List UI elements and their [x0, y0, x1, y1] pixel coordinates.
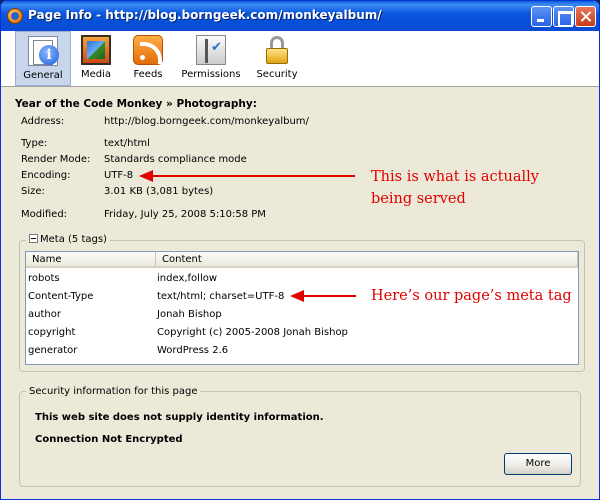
- column-header-name[interactable]: Name: [26, 252, 156, 268]
- tab-media-label: Media: [80, 69, 112, 80]
- size-value: 3.01 KB (3,081 bytes): [104, 186, 214, 197]
- meta-table[interactable]: Name Content robots index,follow Content…: [25, 251, 579, 365]
- meta-content-cell[interactable]: index,follow: [157, 270, 217, 287]
- meta-content-cell[interactable]: Copyright (c) 2005-2008 Jonah Bishop: [157, 324, 348, 341]
- rss-feed-icon: [133, 35, 163, 65]
- address-label: Address:: [21, 116, 65, 127]
- annotation-served-line1: This is what is actually: [371, 169, 539, 185]
- meta-content-cell[interactable]: text/html; charset=UTF-8: [157, 288, 284, 305]
- meta-group-header[interactable]: Meta (5 tags): [26, 234, 110, 245]
- tab-feeds-label: Feeds: [133, 69, 163, 80]
- tab-general[interactable]: i General: [15, 31, 71, 86]
- tab-permissions[interactable]: Permissions: [179, 31, 243, 86]
- meta-tag-arrow-icon: [290, 290, 356, 302]
- meta-content-cell[interactable]: WordPress 2.6: [157, 342, 228, 359]
- type-value: text/html: [104, 138, 150, 149]
- close-button[interactable]: [575, 6, 596, 27]
- window-title: Page Info - http://blog.borngeek.com/mon…: [28, 8, 382, 22]
- media-icon: [81, 35, 111, 65]
- meta-name-cell[interactable]: generator: [28, 342, 77, 359]
- render-mode-value: Standards compliance mode: [104, 154, 247, 165]
- title-bar[interactable]: Page Info - http://blog.borngeek.com/mon…: [1, 1, 599, 31]
- encryption-status: Connection Not Encrypted: [35, 434, 183, 445]
- annotation-meta-tag: Here’s our page’s meta tag: [371, 288, 572, 304]
- tab-security-label: Security: [256, 69, 298, 80]
- permissions-icon: [196, 35, 226, 65]
- render-mode-label: Render Mode:: [21, 154, 91, 165]
- collapse-icon[interactable]: [29, 234, 38, 243]
- padlock-icon: [262, 35, 292, 65]
- meta-group-title: Meta (5 tags): [40, 234, 107, 245]
- page-info-window: Page Info - http://blog.borngeek.com/mon…: [0, 0, 600, 500]
- page-title: Year of the Code Monkey » Photography:: [15, 98, 257, 110]
- size-label: Size:: [21, 186, 45, 197]
- firefox-icon: [7, 8, 23, 24]
- meta-content-cell[interactable]: Jonah Bishop: [157, 306, 222, 323]
- tab-media[interactable]: Media: [73, 31, 119, 86]
- encoding-value: UTF-8: [104, 170, 134, 181]
- modified-label: Modified:: [21, 209, 68, 220]
- tab-permissions-label: Permissions: [181, 69, 241, 80]
- minimize-button[interactable]: [531, 6, 552, 27]
- security-group-title: Security information for this page: [26, 386, 201, 397]
- tab-feeds[interactable]: Feeds: [125, 31, 171, 86]
- page-info-toolbar: i General Media Feeds Permissions Securi…: [1, 31, 599, 87]
- meta-name-cell[interactable]: copyright: [28, 324, 75, 341]
- info-icon: i: [28, 36, 59, 66]
- meta-name-cell[interactable]: author: [28, 306, 61, 323]
- modified-value: Friday, July 25, 2008 5:10:58 PM: [104, 209, 266, 220]
- annotation-served: This is what is actually being served: [371, 166, 539, 210]
- type-label: Type:: [21, 138, 48, 149]
- column-header-content[interactable]: Content: [156, 252, 578, 268]
- more-button[interactable]: More: [504, 453, 572, 475]
- encoding-label: Encoding:: [21, 170, 71, 181]
- encoding-arrow-icon: [139, 170, 355, 182]
- identity-status: This web site does not supply identity i…: [35, 412, 324, 423]
- tab-general-label: General: [23, 70, 63, 81]
- meta-name-cell[interactable]: Content-Type: [28, 288, 93, 305]
- tab-security[interactable]: Security: [251, 31, 303, 86]
- address-value: http://blog.borngeek.com/monkeyalbum/: [104, 116, 309, 127]
- annotation-served-line2: being served: [371, 191, 466, 207]
- maximize-button[interactable]: [553, 6, 574, 27]
- meta-name-cell[interactable]: robots: [28, 270, 60, 287]
